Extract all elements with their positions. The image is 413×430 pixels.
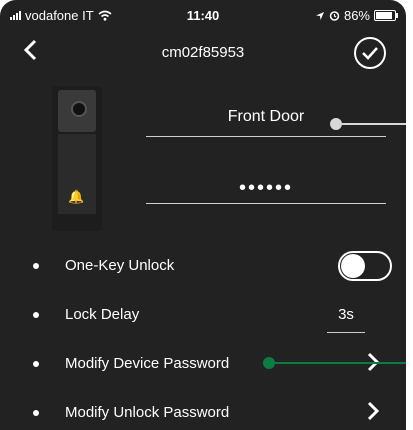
page-title: cm02f85953: [161, 44, 245, 61]
location-icon: [315, 11, 324, 20]
battery-icon: [374, 10, 398, 21]
alarm-icon: [329, 11, 340, 21]
phone-screen: vodafone IT 11:40 86% cm02f85953 🔔 Front…: [0, 0, 406, 430]
status-bar: vodafone IT 11:40 86%: [0, 0, 406, 32]
one-key-unlock-label: One-Key Unlock: [65, 257, 175, 274]
lock-delay-underline: [327, 332, 365, 333]
camera-lens: [71, 101, 87, 117]
bullet-icon: [33, 312, 39, 318]
callout-line-gray: [342, 123, 406, 125]
battery-percent: 86%: [343, 8, 370, 23]
check-circle-icon: [362, 47, 378, 60]
lock-delay-value[interactable]: 3s: [327, 306, 365, 323]
status-right: 86%: [315, 8, 398, 23]
device-password-value: ••••••: [238, 177, 293, 199]
callout-line-green: [275, 362, 406, 364]
lock-delay-label: Lock Delay: [65, 306, 140, 323]
doorbell-image: 🔔: [52, 86, 102, 231]
nav-bar: cm02f85953: [0, 32, 406, 76]
bullet-icon: [33, 361, 39, 367]
device-name-underline: [146, 136, 386, 137]
bullet-icon: [33, 263, 39, 269]
doorbell-camera-panel: [58, 90, 96, 132]
callout-dot-green: [263, 357, 275, 369]
modify-unlock-password-label: Modify Unlock Password: [65, 404, 230, 421]
row-modify-device-password[interactable]: Modify Device Password: [0, 341, 406, 389]
bell-icon: 🔔: [68, 189, 85, 204]
device-password-field[interactable]: ••••••: [146, 177, 386, 204]
toggle-knob: [341, 254, 365, 278]
bullet-icon: [33, 410, 39, 416]
one-key-unlock-toggle[interactable]: [338, 251, 392, 281]
row-one-key-unlock: One-Key Unlock: [0, 243, 406, 291]
confirm-button[interactable]: [354, 37, 386, 69]
device-password-underline: [146, 203, 386, 204]
row-lock-delay[interactable]: Lock Delay 3s: [0, 292, 406, 340]
device-name-value: Front Door: [227, 108, 305, 125]
modify-device-password-label: Modify Device Password: [65, 355, 230, 372]
chevron-right-icon[interactable]: [366, 349, 380, 379]
chevron-right-icon[interactable]: [366, 398, 380, 428]
row-modify-unlock-password[interactable]: Modify Unlock Password: [0, 390, 406, 430]
callout-dot-gray: [330, 118, 342, 130]
